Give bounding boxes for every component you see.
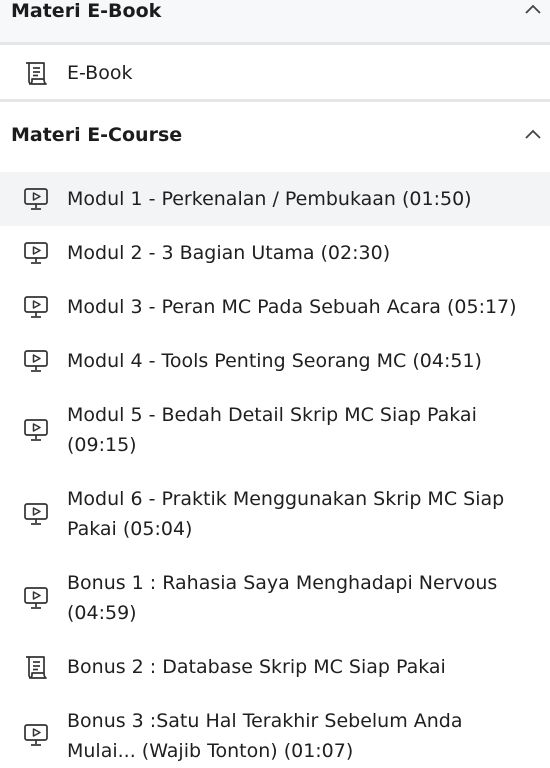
lesson-label: Modul 1 - Perkenalan / Pembukaan (01:50) [67,188,472,210]
lesson-item-modul-3[interactable]: Modul 3 - Peran MC Pada Sebuah Acara (05… [0,280,550,334]
section-header-ecourse[interactable]: Materi E-Course [0,102,550,168]
video-lesson-icon [23,501,49,527]
lesson-item-bonus-2[interactable]: Bonus 2 : Database Skrip MC Siap Pakai [0,640,550,694]
lesson-label: Bonus 1 : Rahasia Saya Menghadapi Nervou… [67,572,498,624]
lesson-label: Modul 2 - 3 Bagian Utama (02:30) [67,242,391,264]
lesson-label: Modul 5 - Bedah Detail Skrip MC Siap Pak… [67,404,477,456]
video-lesson-icon [23,186,49,212]
lesson-item-modul-1[interactable]: Modul 1 - Perkenalan / Pembukaan (01:50) [0,172,550,226]
video-lesson-icon [23,348,49,374]
lesson-label: Bonus 2 : Database Skrip MC Siap Pakai [67,656,446,678]
lesson-item-bonus-1[interactable]: Bonus 1 : Rahasia Saya Menghadapi Nervou… [0,556,550,640]
lesson-item-bonus-3[interactable]: Bonus 3 :Satu Hal Terakhir Sebelum Anda … [0,694,550,768]
lesson-label: E-Book [67,62,133,84]
lesson-item-ebook[interactable]: E-Book [0,45,550,100]
lesson-label: Modul 6 - Praktik Menggunakan Skrip MC S… [67,488,505,540]
lesson-label: Modul 4 - Tools Penting Seorang MC (04:5… [67,350,482,372]
lesson-item-modul-5[interactable]: Modul 5 - Bedah Detail Skrip MC Siap Pak… [0,388,550,472]
section-title: Materi E-Book [11,0,162,22]
lesson-item-modul-2[interactable]: Modul 2 - 3 Bagian Utama (02:30) [0,226,550,280]
section-title: Materi E-Course [11,124,183,146]
video-lesson-icon [23,417,49,443]
lesson-item-modul-6[interactable]: Modul 6 - Praktik Menggunakan Skrip MC S… [0,472,550,556]
video-lesson-icon [23,585,49,611]
video-lesson-icon [23,722,49,748]
chevron-up-icon[interactable] [523,0,543,20]
video-lesson-icon [23,240,49,266]
scroll-icon [23,654,49,680]
lesson-label: Bonus 3 :Satu Hal Terakhir Sebelum Anda … [67,710,463,762]
lesson-label: Modul 3 - Peran MC Pada Sebuah Acara (05… [67,296,517,318]
section-header-ebook[interactable]: Materi E-Book [0,0,550,42]
lesson-item-modul-4[interactable]: Modul 4 - Tools Penting Seorang MC (04:5… [0,334,550,388]
video-lesson-icon [23,294,49,320]
chevron-up-icon[interactable] [523,125,543,145]
scroll-icon [23,60,49,86]
